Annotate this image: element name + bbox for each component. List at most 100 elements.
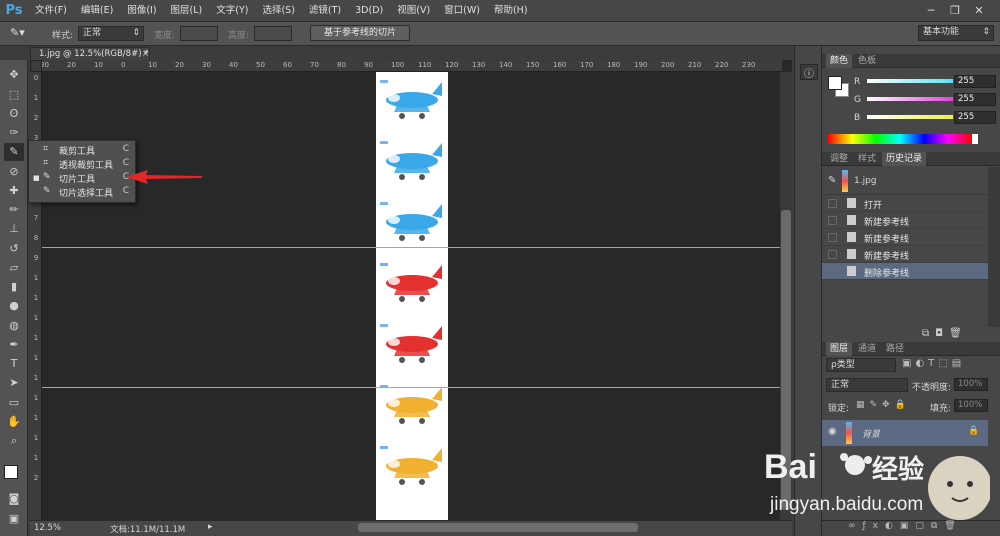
trash-icon[interactable]: 🗑 (949, 328, 968, 339)
blend-mode-select[interactable]: 正常 (826, 378, 908, 392)
menu-select[interactable]: 选择(S) (255, 0, 301, 22)
history-state[interactable]: 新建参考线 (822, 229, 988, 246)
spectrum-white[interactable] (972, 134, 978, 144)
flyout-item-slice-select[interactable]: ✎ 切片选择工具 C (33, 186, 133, 199)
lock-icons[interactable]: ▦✎✥🔒 (856, 400, 911, 410)
document-tab[interactable]: 1.jpg @ 12.5%(RGB/8#) * × (30, 47, 150, 60)
zoom-level[interactable]: 12.5% (34, 523, 61, 533)
status-menu-arrow-icon[interactable]: ▸ (208, 522, 213, 532)
history-state[interactable]: 打开 (822, 195, 988, 212)
info-panel-icon[interactable]: ⓘ (800, 64, 818, 80)
healing-tool-icon[interactable]: ✚ (4, 182, 24, 200)
r-value[interactable]: 255 (954, 75, 996, 88)
quick-mask-icon[interactable]: ◙ (4, 490, 24, 508)
layer-row-background[interactable]: ◉ 背景 🔒 (822, 420, 988, 446)
guide-line[interactable] (42, 387, 782, 388)
ruler-origin[interactable] (30, 60, 42, 72)
brush-tool-icon[interactable]: ✏ (4, 201, 24, 219)
r-slider[interactable] (867, 79, 953, 83)
b-value[interactable]: 255 (954, 111, 996, 124)
flyout-item-perspective-crop[interactable]: ⌗ 透视裁剪工具 C (33, 158, 133, 171)
minimize-icon[interactable]: ─ (920, 3, 942, 19)
gradient-tool-icon[interactable]: ▮ (4, 278, 24, 296)
menu-help[interactable]: 帮助(H) (487, 0, 535, 22)
blur-tool-icon[interactable]: ● (4, 297, 24, 315)
menu-filter[interactable]: 滤镜(T) (302, 0, 348, 22)
workspace-select[interactable]: 基本功能 ⇕ (918, 25, 994, 41)
tab-swatches[interactable]: 色板 (854, 54, 880, 68)
color-spectrum[interactable] (828, 134, 972, 144)
tab-styles[interactable]: 样式 (854, 152, 880, 166)
style-select[interactable]: 正常 ⇕ (78, 26, 144, 41)
width-field[interactable] (180, 26, 218, 41)
menu-view[interactable]: 视图(V) (390, 0, 437, 22)
eyedropper-tool-icon[interactable]: ⊘ (4, 163, 24, 181)
opacity-value[interactable]: 100% (954, 378, 988, 391)
slices-from-guides-button[interactable]: 基于参考线的切片 (310, 25, 410, 41)
layer-filter-select[interactable]: ρ类型 (826, 358, 896, 372)
fill-value[interactable]: 100% (954, 399, 988, 412)
screen-mode-icon[interactable]: ▣ (4, 510, 24, 528)
type-tool-icon[interactable]: T (4, 355, 24, 373)
horizontal-scroll-thumb[interactable] (358, 523, 638, 532)
shape-tool-icon[interactable]: ▭ (4, 394, 24, 412)
menu-file[interactable]: 文件(F) (28, 0, 74, 22)
slice-tool-preset-icon[interactable]: ✎▾ (10, 26, 36, 42)
guide-line[interactable] (42, 247, 782, 248)
ruler-tick-label: 1 (33, 454, 39, 462)
new-document-icon[interactable]: ⧉ (922, 328, 935, 339)
tab-history[interactable]: 历史记录 (882, 152, 927, 166)
image-canvas[interactable] (376, 72, 448, 520)
ruler-tick-label: 1 (33, 334, 39, 342)
layer-filter-icons[interactable]: ▣◐T⬚▤ (902, 358, 990, 372)
history-state[interactable]: 新建参考线 (822, 212, 988, 229)
g-value[interactable]: 255 (954, 93, 996, 106)
layer-actions[interactable]: ∞ƒx◐▣▢⧉🗑 (822, 520, 1000, 536)
restore-icon[interactable]: ❐ (944, 3, 966, 19)
menu-3d[interactable]: 3D(D) (348, 0, 390, 22)
horizontal-ruler[interactable]: 30 20 10 0 10 20 30 40 50 60 70 80 90 100 110 120 130 140… (30, 60, 782, 72)
foreground-color-swatch[interactable] (4, 465, 18, 479)
menu-window[interactable]: 窗口(W) (437, 0, 487, 22)
history-state[interactable]: 新建参考线 (822, 246, 988, 263)
quick-select-tool-icon[interactable]: ✑ (4, 124, 24, 142)
lasso-tool-icon[interactable]: ʘ (4, 105, 24, 123)
flyout-item-slice[interactable]: ■ ✎ 切片工具 C (33, 172, 133, 185)
vertical-scroll-thumb[interactable] (781, 210, 791, 510)
history-brush-tool-icon[interactable]: ↺ (4, 240, 24, 258)
b-slider[interactable] (867, 115, 953, 119)
close-tab-icon[interactable]: × (142, 48, 149, 60)
close-icon[interactable]: ✕ (968, 3, 990, 19)
ruler-tick-label: 20 (67, 61, 76, 69)
eye-icon[interactable]: ◉ (828, 426, 837, 437)
menu-type[interactable]: 文字(Y) (209, 0, 255, 22)
slice-tool-icon[interactable]: ✎ (4, 143, 24, 161)
marquee-tool-icon[interactable]: ⬚ (4, 86, 24, 104)
path-select-tool-icon[interactable]: ➤ (4, 374, 24, 392)
tab-color[interactable]: 颜色 (826, 54, 853, 68)
document-icon (847, 249, 856, 259)
flyout-item-crop[interactable]: ⌗ 裁剪工具 C (33, 144, 133, 157)
fg-color-chip[interactable] (828, 76, 842, 90)
menu-image[interactable]: 图像(I) (120, 0, 163, 22)
tab-layers[interactable]: 图层 (826, 342, 853, 356)
hand-tool-icon[interactable]: ✋ (4, 413, 24, 431)
ruler-tick-label: 50 (256, 61, 265, 69)
pen-tool-icon[interactable]: ✒ (4, 336, 24, 354)
stamp-tool-icon[interactable]: ⊥ (4, 220, 24, 238)
menu-edit[interactable]: 编辑(E) (74, 0, 120, 22)
history-snapshot[interactable]: ✎ 1.jpg (822, 167, 988, 195)
menu-layer[interactable]: 图层(L) (164, 0, 210, 22)
tab-channels[interactable]: 通道 (854, 342, 880, 356)
camera-icon[interactable]: ◘ (935, 328, 949, 339)
eraser-tool-icon[interactable]: ▱ (4, 259, 24, 277)
tab-paths[interactable]: 路径 (882, 342, 908, 356)
tab-adjustments[interactable]: 调整 (826, 152, 852, 166)
history-state-selected[interactable]: 删除参考线 (822, 263, 988, 280)
height-field[interactable] (254, 26, 292, 41)
g-slider[interactable] (867, 97, 953, 101)
history-scrollbar[interactable] (988, 167, 1000, 327)
move-tool-icon[interactable]: ✥ (4, 66, 24, 84)
dodge-tool-icon[interactable]: ◍ (4, 317, 24, 335)
zoom-tool-icon[interactable]: ⌕ (4, 432, 24, 450)
